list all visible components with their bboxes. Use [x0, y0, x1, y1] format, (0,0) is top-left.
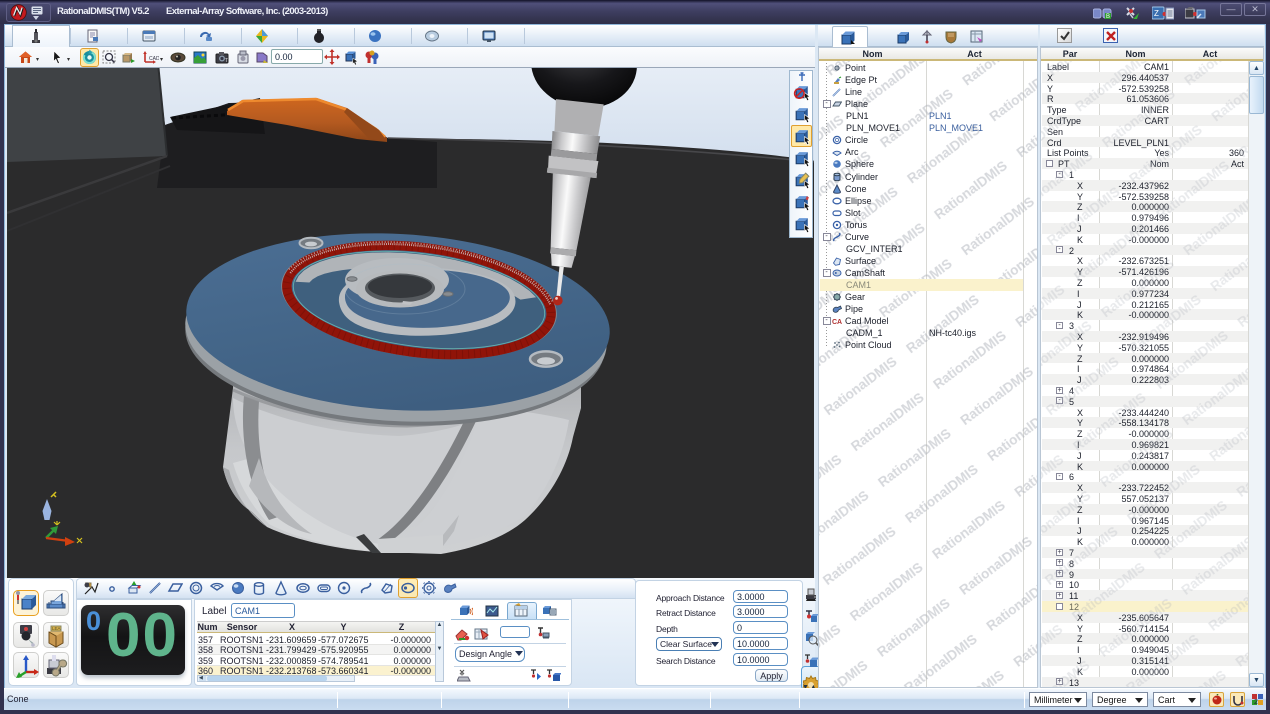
svg-text:Z: Z — [1154, 9, 1159, 18]
svg-text:LEA: LEA — [52, 626, 61, 631]
svg-text:2: 2 — [1254, 699, 1258, 706]
svg-text:CAD: CAD — [832, 319, 842, 326]
svg-text:T: T — [225, 58, 228, 64]
svg-text:CAD: CAD — [149, 56, 159, 62]
svg-text:B: B — [1106, 14, 1110, 20]
